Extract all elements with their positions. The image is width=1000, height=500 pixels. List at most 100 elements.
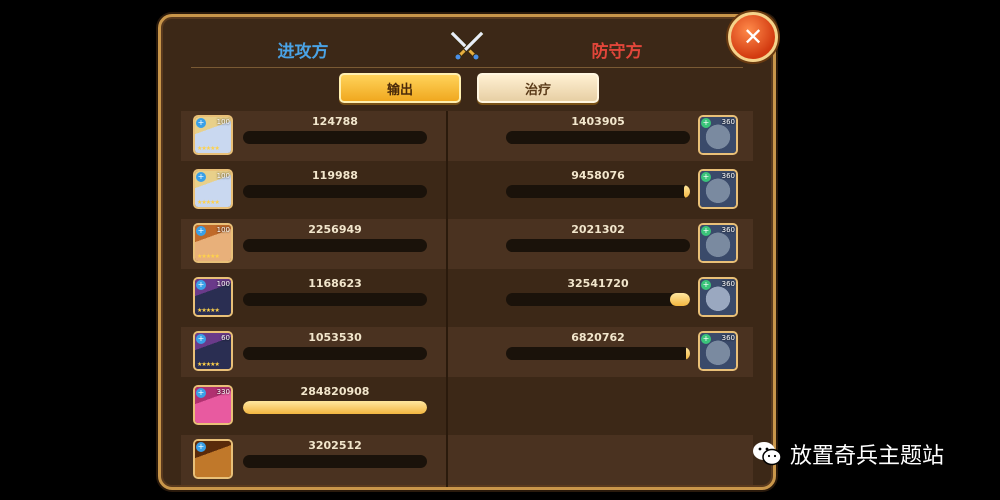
stats-row: +100 ★★★★★ 1168623 +360 32541720 — [181, 273, 753, 323]
hero-level: 100 — [216, 280, 230, 288]
stats-row: +330 284820908 — [181, 381, 753, 431]
column-divider — [446, 111, 448, 487]
hero-level: 360 — [721, 280, 735, 288]
hero-level: 360 — [721, 334, 735, 342]
attacker-entry: +330 284820908 — [181, 381, 466, 431]
damage-value: 32541720 — [567, 277, 629, 290]
hero-stars: ★★★★★ — [197, 253, 220, 260]
hero-stars: ★★★★★ — [197, 199, 220, 206]
faction-icon: + — [196, 388, 206, 398]
faction-icon: + — [701, 280, 711, 290]
faction-icon: + — [701, 226, 711, 236]
header-divider — [191, 67, 743, 68]
damage-bar — [243, 347, 427, 360]
damage-bar-fill — [243, 401, 427, 414]
damage-value: 3202512 — [308, 439, 362, 452]
stats-row: +60 ★★★★★ 1053530 +360 6820762 — [181, 327, 753, 377]
watermark-text: 放置奇兵主题站 — [790, 444, 945, 469]
hero-level: 100 — [216, 172, 230, 180]
defender-portrait[interactable]: +360 — [698, 115, 738, 155]
defender-portrait[interactable]: +360 — [698, 277, 738, 317]
damage-bar-fill — [684, 185, 690, 198]
damage-value: 6820762 — [571, 331, 625, 344]
damage-value: 124788 — [312, 115, 358, 128]
wechat-icon — [753, 442, 782, 466]
damage-value: 1053530 — [308, 331, 362, 344]
faction-icon: + — [196, 172, 206, 182]
hero-stars: ★★★★★ — [197, 361, 220, 368]
defender-entry: +360 1403905 — [468, 111, 753, 161]
faction-icon: + — [196, 442, 206, 452]
attacker-entry: +100 ★★★★★ 2256949 — [181, 219, 466, 269]
damage-bar — [506, 239, 690, 252]
attacker-portrait[interactable]: +330 — [193, 385, 233, 425]
damage-bar — [243, 185, 427, 198]
faction-icon: + — [196, 226, 206, 236]
damage-bar — [243, 131, 427, 144]
damage-bar — [506, 293, 690, 306]
attacker-entry: +3202512 — [181, 435, 466, 485]
damage-bar — [243, 239, 427, 252]
defender-entry: +360 2021302 — [468, 219, 753, 269]
damage-value: 1403905 — [571, 115, 625, 128]
damage-bar-fill — [686, 347, 690, 360]
hero-level: 360 — [721, 226, 735, 234]
defender-portrait[interactable]: +360 — [698, 223, 738, 263]
hero-level: 100 — [216, 226, 230, 234]
battle-stats-panel: 进攻方 防守方 输出 治疗 +100 ★★★★★ 124788 +360 1403905… — [158, 14, 776, 490]
faction-icon: + — [701, 118, 711, 128]
attacker-portrait[interactable]: +100 ★★★★★ — [193, 223, 233, 263]
defender-entry: +360 32541720 — [468, 273, 753, 323]
stats-row: +100 ★★★★★ 124788 +360 1403905 — [181, 111, 753, 161]
hero-level: 330 — [216, 388, 230, 396]
faction-icon: + — [196, 280, 206, 290]
defender-entry: +360 9458076 — [468, 165, 753, 215]
attacker-title: 进攻方 — [277, 42, 329, 62]
stats-row: +100 ★★★★★ 2256949 +360 2021302 — [181, 219, 753, 269]
attacker-portrait[interactable]: + — [193, 439, 233, 479]
damage-bar — [506, 185, 690, 198]
close-button[interactable]: ✕ — [728, 12, 778, 62]
damage-value: 119988 — [312, 169, 358, 182]
hero-level: 360 — [721, 172, 735, 180]
hero-level: 360 — [721, 118, 735, 126]
tab-heal[interactable]: 治疗 — [477, 73, 599, 103]
damage-bar — [506, 131, 690, 144]
stats-row: +3202512 — [181, 435, 753, 485]
damage-bar — [243, 401, 427, 414]
hero-stars: ★★★★★ — [197, 145, 220, 152]
damage-value: 2256949 — [308, 223, 362, 236]
attacker-portrait[interactable]: +60 ★★★★★ — [193, 331, 233, 371]
attacker-entry: +100 ★★★★★ 1168623 — [181, 273, 466, 323]
attacker-entry: +100 ★★★★★ 119988 — [181, 165, 466, 215]
hero-level: 100 — [216, 118, 230, 126]
defender-portrait[interactable]: +360 — [698, 169, 738, 209]
attacker-portrait[interactable]: +100 ★★★★★ — [193, 115, 233, 155]
crossed-swords-icon — [449, 30, 485, 61]
attacker-portrait[interactable]: +100 ★★★★★ — [193, 169, 233, 209]
watermark: 放置奇兵主题站 — [752, 436, 944, 472]
defender-title: 防守方 — [591, 42, 643, 62]
faction-icon: + — [701, 334, 711, 344]
damage-value: 9458076 — [571, 169, 625, 182]
close-icon: ✕ — [742, 23, 764, 51]
attacker-entry: +60 ★★★★★ 1053530 — [181, 327, 466, 377]
damage-bar — [243, 293, 427, 306]
attacker-portrait[interactable]: +100 ★★★★★ — [193, 277, 233, 317]
defender-entry: +360 6820762 — [468, 327, 753, 377]
faction-icon: + — [701, 172, 711, 182]
damage-bar — [243, 455, 427, 468]
damage-value: 1168623 — [308, 277, 362, 290]
damage-value: 2021302 — [571, 223, 625, 236]
defender-portrait[interactable]: +360 — [698, 331, 738, 371]
hero-level: 60 — [221, 334, 230, 342]
stats-row: +100 ★★★★★ 119988 +360 9458076 — [181, 165, 753, 215]
faction-icon: + — [196, 118, 206, 128]
damage-value: 284820908 — [300, 385, 370, 398]
attacker-entry: +100 ★★★★★ 124788 — [181, 111, 466, 161]
tab-output[interactable]: 输出 — [339, 73, 461, 103]
hero-stars: ★★★★★ — [197, 307, 220, 314]
damage-bar-fill — [669, 293, 690, 306]
damage-bar — [506, 347, 690, 360]
faction-icon: + — [196, 334, 206, 344]
